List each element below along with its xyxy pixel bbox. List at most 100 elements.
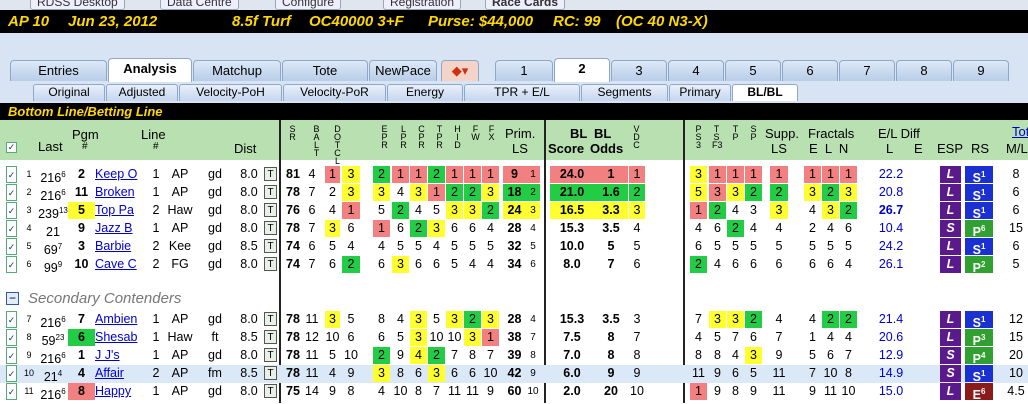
tab-newpace[interactable]: NewPace [369, 60, 437, 81]
fractal-cell: 2 [840, 311, 857, 328]
pace-cell: 5 [714, 239, 721, 253]
tab-race-4[interactable]: 4 [668, 60, 724, 81]
fractal-cell: 8 [845, 366, 852, 380]
horse-name-link[interactable]: Top Pa [95, 202, 149, 219]
table-row[interactable]: ✓ 8 5923 6 Shesab 1 Haw ft 8.5 T 78 12 10 6 6 5 3 10 10 3 1 3… [0, 329, 1028, 348]
table-row[interactable]: ✓ 2 2166 11 Broken 1 AP gd 8.0 T 78 7 2 3 3 4 3 1 2 2 3 18 2 21… [0, 184, 1028, 203]
table-row[interactable]: ✓ 6 999 10 Cave C 2 FG gd 8.0 T 74 7 6 2 6 3 6 6 5 4 4 34 6 8.0… [0, 256, 1028, 275]
pace-cell: 3 [750, 203, 757, 217]
horse-name-link[interactable]: J J's [95, 347, 149, 364]
tab-matchup[interactable]: Matchup [193, 60, 281, 81]
subtab-primary[interactable]: Primary [669, 84, 731, 101]
subtab-segments[interactable]: Segments [581, 84, 668, 101]
table-row[interactable]: ✓ 3 23913 5 Top Pa 2 Haw gd 8.0 T 76 6 4 1 5 2 4 5 3 3 2 24 3 1… [0, 202, 1028, 221]
table-row[interactable]: ✓ 7 2166 7 Ambien 1 AP gd 8.0 T 78 11 3 5 8 4 3 5 3 2 3 28 4 15… [0, 311, 1028, 330]
subtab-adjusted[interactable]: Adjusted [106, 84, 178, 101]
horse-name-link[interactable]: Keep O [95, 166, 149, 183]
table-row[interactable]: ✓ 10 214 4 Affair 2 AP fm 8.5 T 78 11 4 9 3 8 6 3 6 6 10 42 9 6… [0, 365, 1028, 384]
tab-analysis[interactable]: Analysis [108, 58, 192, 82]
subtab-bl-bl[interactable]: BL/BL [732, 84, 798, 101]
tab-race-2[interactable]: 2 [554, 58, 610, 82]
row-checkbox[interactable]: ✓ [6, 184, 17, 201]
table-row[interactable]: ✓ 5 697 3 Barbie 2 Kee gd 8.5 T 74 6 5 4 4 5 5 4 5 5 5 32 5 10.… [0, 238, 1028, 257]
energy-cell: 5 [451, 257, 458, 271]
select-all-checkbox[interactable]: ✓ [6, 142, 17, 153]
column-header: ✓ Last Pgm # Line # Dist S R B A L T D O… [0, 120, 1028, 166]
prim-value: 9 [503, 166, 526, 183]
esp-badge: L [940, 166, 961, 183]
pace-cell: 5 [750, 366, 757, 380]
row-checkbox[interactable]: ✓ [6, 383, 17, 400]
table-row[interactable]: ✓ 11 2166 8 Happy 1 AP gd 8.0 T 75 14 9 8 4 10 8 7 11 11 9 60… [0, 383, 1028, 402]
subtab-energy[interactable]: Energy [387, 84, 463, 101]
table-row[interactable]: ✓ 1 2166 2 Keep O 1 AP gd 8.0 T 81 4 1 3 2 1 1 2 1 1 1 9 1 24.0… [0, 166, 1028, 185]
horse-name-link[interactable]: Barbie [95, 238, 149, 255]
app-tab-rdss-desktop[interactable]: RDSS Desktop [30, 0, 125, 10]
balt: 7 [308, 185, 316, 199]
tab-race-1[interactable]: 1 [495, 60, 553, 81]
row-checkbox[interactable]: ✓ [6, 202, 17, 219]
row-checkbox[interactable]: ✓ [6, 311, 17, 328]
secondary-contenders-header: − Secondary Contenders [0, 288, 1028, 310]
dotcl-1: 6 [329, 257, 336, 271]
row-checkbox[interactable]: ✓ [6, 256, 17, 273]
horse-name-link[interactable]: Jazz B [95, 220, 149, 237]
row-checkbox[interactable]: ✓ [6, 347, 17, 364]
horse-name-link[interactable]: Ambien [95, 311, 149, 328]
esp-badge: L [940, 202, 961, 219]
app-tab-race-cards[interactable]: Race Cards [485, 0, 566, 10]
row-checkbox[interactable]: ✓ [6, 329, 17, 346]
tab-race-9[interactable]: 9 [953, 60, 1009, 81]
bl-score: 21.0 [550, 184, 594, 201]
tab-race-5[interactable]: 5 [725, 60, 781, 81]
tab-race-6[interactable]: 6 [782, 60, 838, 81]
col-tot[interactable]: Tot [1012, 124, 1028, 139]
horse-name-link[interactable]: Shesab [95, 329, 149, 346]
tab-tote[interactable]: Tote [282, 60, 368, 81]
horse-name-link[interactable]: Happy [95, 383, 149, 400]
vdc: 1 [629, 166, 645, 183]
row-checkbox[interactable]: ✓ [6, 166, 17, 183]
row-checkbox[interactable]: ✓ [6, 365, 17, 382]
tab-race-3[interactable]: 3 [611, 60, 667, 81]
horse-name-link[interactable]: Broken [95, 184, 149, 201]
balt: 7 [308, 221, 316, 235]
tab-race-8[interactable]: 8 [896, 60, 952, 81]
pace-cell: 6 [732, 366, 739, 380]
vdc: 10 [630, 384, 644, 398]
supp-ls: 3 [770, 202, 788, 219]
fractal-cell: 1 [840, 166, 857, 183]
table-row[interactable]: ✓ 4 21 9 Jazz B 1 AP gd 8.0 T 78 7 3 6 1 6 2 3 6 6 4 28 4 15.3 3… [0, 220, 1028, 239]
row-number: 10 [23, 368, 34, 378]
line-number: 2 [152, 366, 160, 380]
program-number: 5 [68, 202, 95, 219]
collapse-icon[interactable]: − [6, 292, 19, 305]
bl-score: 2.0 [563, 384, 581, 398]
condition: gd [208, 167, 222, 181]
col-lpr: L P R [400, 124, 407, 150]
vdc: 5 [633, 239, 641, 253]
app-tab-configure[interactable]: Configure [275, 0, 342, 10]
table-row[interactable]: ✓ 9 2166 1 J J's 1 AP gd 8.0 T 78 11 5 10 2 9 4 2 7 8 7 39 8 7.… [0, 347, 1028, 366]
line-number: 1 [152, 330, 160, 344]
subtab-velocity-poh[interactable]: Velocity-PoH [179, 84, 282, 101]
tab-race-7[interactable]: 7 [839, 60, 895, 81]
energy-cell: 3 [446, 202, 463, 219]
energy-cell: 1 [428, 184, 445, 201]
row-checkbox[interactable]: ✓ [6, 238, 17, 255]
app-tab-data-centre[interactable]: Data Centre [160, 0, 239, 10]
subtab-original[interactable]: Original [33, 84, 105, 101]
prim-rank: 3 [526, 202, 540, 219]
horse-name-link[interactable]: Cave C [95, 256, 149, 273]
col-ml: M/L [1006, 141, 1028, 156]
subtab-velocity-por[interactable]: Velocity-PoR [283, 84, 386, 101]
app-tab-registration[interactable]: Registration [383, 0, 462, 10]
horse-name-link[interactable]: Affair [95, 365, 149, 382]
tab-dropdown[interactable]: ◆▾ [441, 60, 479, 81]
tab-entries[interactable]: Entries [10, 60, 107, 81]
energy-cell: 1 [392, 166, 409, 183]
subtab-tpr-el[interactable]: TPR + E/L [464, 84, 580, 101]
fractal-cell: 1 [804, 166, 821, 183]
row-checkbox[interactable]: ✓ [6, 220, 17, 237]
prim-rank: 4 [530, 223, 536, 234]
